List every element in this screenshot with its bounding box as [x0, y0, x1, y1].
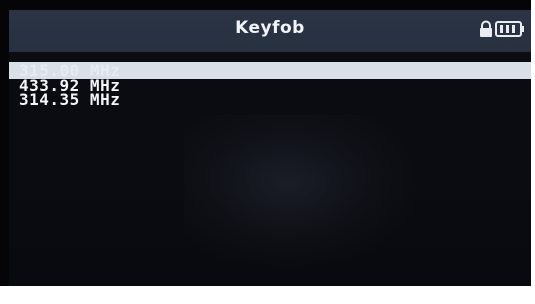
status-icons: [479, 19, 525, 39]
device-frame: Keyfob 315.00 MHz 433.92 MHz 314.35 MHz: [0, 0, 535, 304]
title-bar: Keyfob: [9, 10, 531, 52]
right-edge: [531, 0, 535, 304]
page-title: Keyfob: [235, 18, 305, 38]
battery-icon: [495, 21, 524, 37]
lock-icon: [480, 20, 492, 37]
frequency-item-314-35[interactable]: 314.35 MHz: [9, 92, 531, 108]
device-screen: Keyfob 315.00 MHz 433.92 MHz 314.35 MHz: [9, 10, 531, 286]
bottom-strip: [0, 286, 535, 304]
screen-glare: [184, 115, 414, 265]
frequency-list: 315.00 MHz 433.92 MHz 314.35 MHz: [9, 62, 531, 108]
